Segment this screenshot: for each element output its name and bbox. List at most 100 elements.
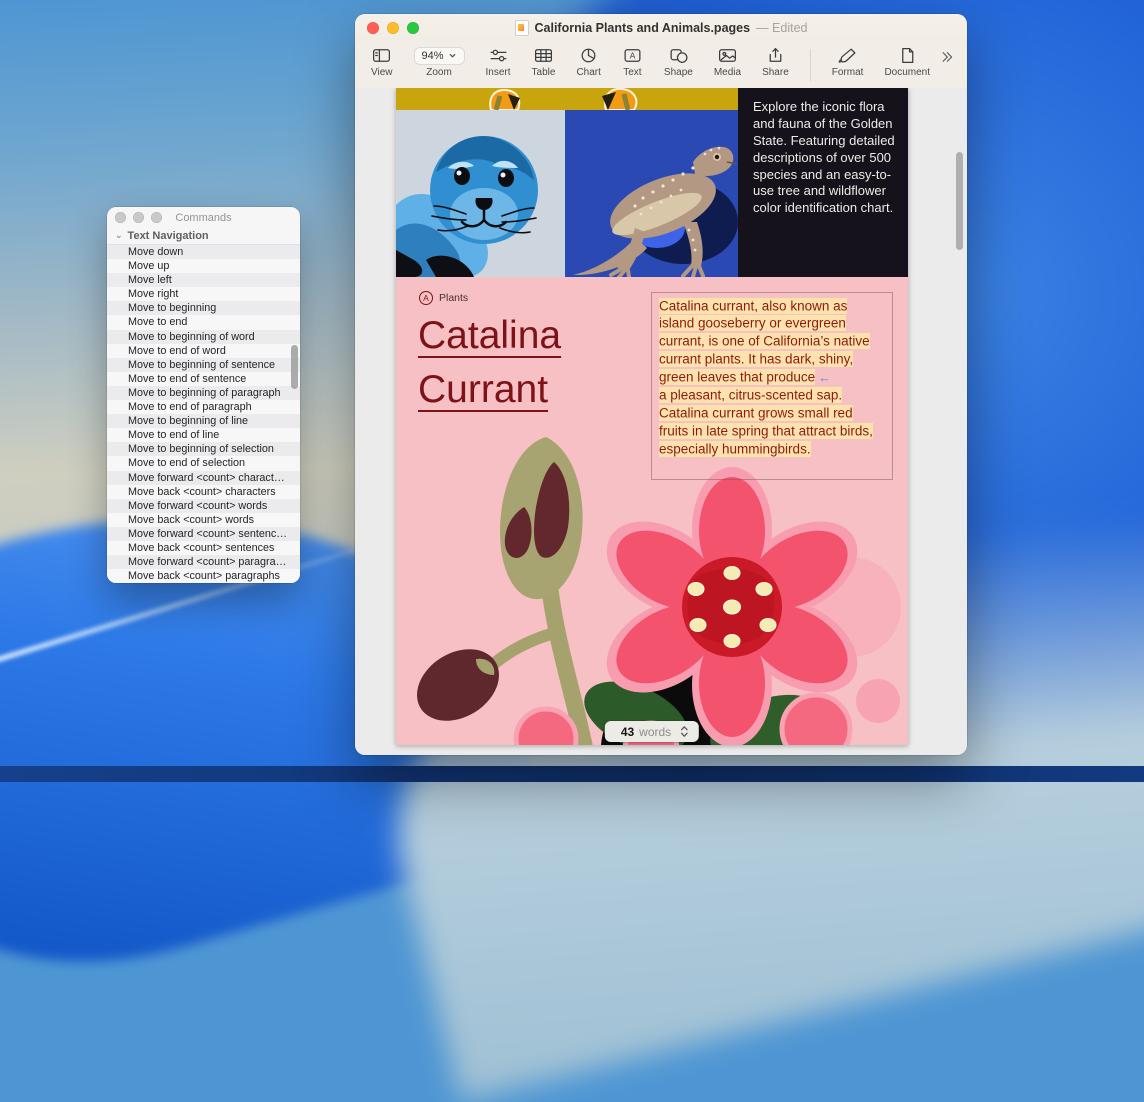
toolbar-label: Document xyxy=(884,67,930,78)
view-icon xyxy=(371,46,392,65)
zoom-level-value: 94% xyxy=(422,50,444,62)
command-item[interactable]: Move forward <count> charact… xyxy=(107,471,300,485)
highlighted-text-segment-2: a pleasant, citrus-scented sap. Catalina… xyxy=(659,387,873,457)
command-item[interactable]: Move back <count> words xyxy=(107,513,300,527)
stepper-chevrons-icon[interactable] xyxy=(676,724,689,739)
toolbar-share-button[interactable]: Share xyxy=(762,46,789,78)
commands-traffic-lights xyxy=(115,212,162,223)
command-item[interactable]: Move to end of selection xyxy=(107,456,300,470)
command-item[interactable]: Move to end of paragraph xyxy=(107,400,300,414)
command-item[interactable]: Move up xyxy=(107,259,300,273)
command-item[interactable]: Move right xyxy=(107,287,300,301)
command-item[interactable]: Move back <count> sentences xyxy=(107,541,300,555)
heading-line-1: Catalina xyxy=(418,309,561,363)
document-page[interactable]: Explore the iconic flora and fauna of th… xyxy=(396,88,908,745)
zoom-control: 94% xyxy=(414,46,465,65)
media-icon xyxy=(717,46,738,65)
pages-toolbar: View 94% Zoom Insert Table Chart A Text Shape Med… xyxy=(355,42,967,92)
toolbar-table-button[interactable]: Table xyxy=(532,46,556,78)
seal-illustration xyxy=(396,110,565,277)
more-toolbar-items-button[interactable] xyxy=(938,50,955,69)
word-count-control[interactable]: 43 words xyxy=(605,721,699,742)
wallpaper-bottom-navy-band xyxy=(0,766,1144,782)
commands-window: Commands ⌄ Text Navigation Move downMove… xyxy=(107,207,300,583)
command-item[interactable]: Move to end of sentence xyxy=(107,372,300,386)
document-icon xyxy=(897,46,918,65)
intro-text-block[interactable]: Explore the iconic flora and fauna of th… xyxy=(738,88,908,277)
intro-text: Explore the iconic flora and fauna of th… xyxy=(753,99,896,217)
toolbar-text-button[interactable]: A Text xyxy=(622,46,643,78)
minimize-button[interactable] xyxy=(387,22,399,34)
toolbar-zoom-button[interactable]: 94% Zoom xyxy=(414,46,465,78)
command-item[interactable]: Move to beginning xyxy=(107,301,300,315)
text-icon: A xyxy=(622,46,643,65)
command-item[interactable]: Move forward <count> sentenc… xyxy=(107,527,300,541)
toolbar-shape-button[interactable]: Shape xyxy=(664,46,693,78)
category-badge-row: A Plants xyxy=(419,291,468,305)
table-icon xyxy=(533,46,554,65)
poppy-banner-illustration xyxy=(396,88,738,110)
zoom-button-inactive[interactable] xyxy=(151,212,162,223)
command-item[interactable]: Move to end of word xyxy=(107,344,300,358)
commands-list: Move downMove upMove leftMove rightMove … xyxy=(107,245,300,583)
close-button-inactive[interactable] xyxy=(115,212,126,223)
command-item[interactable]: Move to beginning of line xyxy=(107,414,300,428)
category-label: Plants xyxy=(439,292,468,304)
command-item[interactable]: Move left xyxy=(107,273,300,287)
toolbar-chart-button[interactable]: Chart xyxy=(576,46,600,78)
format-icon xyxy=(837,46,858,65)
command-item[interactable]: Move to beginning of selection xyxy=(107,442,300,456)
style-badge-a[interactable]: A xyxy=(419,291,433,305)
toolbar-label: View xyxy=(371,67,393,78)
command-item[interactable]: Move to beginning of word xyxy=(107,330,300,344)
toolbar-label: Format xyxy=(832,67,864,78)
fullscreen-button[interactable] xyxy=(407,22,419,34)
toolbar-label: Shape xyxy=(664,67,693,78)
commands-window-title: Commands xyxy=(175,212,231,224)
window-title: California Plants and Animals.pages — Ed… xyxy=(515,20,808,36)
toolbar-media-button[interactable]: Media xyxy=(714,46,741,78)
command-item[interactable]: Move forward <count> words xyxy=(107,499,300,513)
document-scrollbar-thumb[interactable] xyxy=(956,152,963,250)
command-item[interactable]: Move to beginning of paragraph xyxy=(107,386,300,400)
toolbar-label: Media xyxy=(714,67,741,78)
toolbar-document-button[interactable]: Document xyxy=(884,46,930,78)
commands-scrollbar-thumb[interactable] xyxy=(291,345,298,389)
svg-text:A: A xyxy=(630,51,636,61)
command-item[interactable]: Move to beginning of sentence xyxy=(107,358,300,372)
toolbar-insert-button[interactable]: Insert xyxy=(486,46,511,78)
lizard-illustration xyxy=(565,110,738,277)
pages-titlebar[interactable]: California Plants and Animals.pages — Ed… xyxy=(355,14,967,42)
toolbar-label: Zoom xyxy=(426,67,452,78)
word-count-value: 43 xyxy=(621,725,634,739)
body-text-box[interactable]: Catalina currant, also known as island g… xyxy=(651,292,893,480)
commands-section-header[interactable]: ⌄ Text Navigation xyxy=(107,228,300,245)
command-item[interactable]: Move to end of line xyxy=(107,428,300,442)
toolbar-view-button[interactable]: View xyxy=(371,46,393,78)
zoom-level-control[interactable]: 94% xyxy=(414,47,465,65)
document-title: California Plants and Animals.pages xyxy=(535,21,751,35)
commands-section-label: Text Navigation xyxy=(128,230,209,242)
command-item[interactable]: Move forward <count> paragra… xyxy=(107,555,300,569)
command-item[interactable]: Move down xyxy=(107,245,300,259)
line-break-marker-icon: ← xyxy=(818,370,831,385)
insert-icon xyxy=(488,46,509,65)
toolbar-label: Share xyxy=(762,67,789,78)
close-button[interactable] xyxy=(367,22,379,34)
disclosure-chevron-icon: ⌄ xyxy=(115,230,123,241)
edited-status: — Edited xyxy=(756,21,807,35)
command-item[interactable]: Move back <count> characters xyxy=(107,485,300,499)
command-item[interactable]: Move back <count> paragraphs xyxy=(107,569,300,583)
toolbar-format-button[interactable]: Format xyxy=(832,46,864,78)
document-canvas: Explore the iconic flora and fauna of th… xyxy=(355,88,967,755)
pages-window: California Plants and Animals.pages — Ed… xyxy=(355,14,967,755)
minimize-button-inactive[interactable] xyxy=(133,212,144,223)
toolbar-label: Text xyxy=(623,67,641,78)
toolbar-label: Chart xyxy=(576,67,600,78)
heading-line-2: Currant xyxy=(418,363,561,417)
commands-titlebar[interactable]: Commands xyxy=(107,207,300,228)
toolbar-label: Table xyxy=(532,67,556,78)
article-heading[interactable]: Catalina Currant xyxy=(418,309,561,417)
toolbar-divider xyxy=(810,49,811,81)
command-item[interactable]: Move to end xyxy=(107,315,300,329)
